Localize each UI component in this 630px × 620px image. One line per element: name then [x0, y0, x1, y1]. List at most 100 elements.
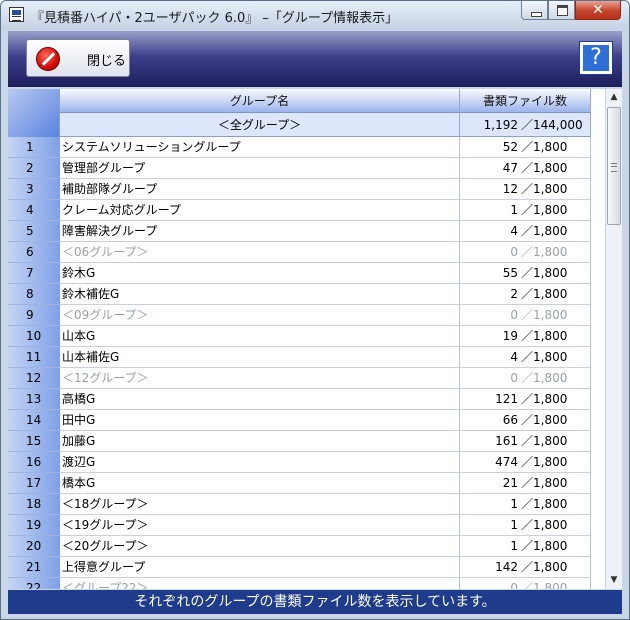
help-button[interactable]: ? — [579, 41, 613, 75]
group-name-cell[interactable]: システムソリューショングループ — [60, 137, 460, 158]
file-count-cell[interactable]: 4 ／1,800 — [460, 347, 591, 368]
file-count-cell[interactable]: 4 ／1,800 — [460, 221, 591, 242]
column-header-group-name[interactable]: グループ名 — [60, 89, 460, 113]
close-button[interactable]: 閉じる — [26, 39, 130, 77]
row-number[interactable]: 21 — [8, 557, 60, 578]
row-number[interactable]: 13 — [8, 389, 60, 410]
table-row[interactable]: 4 クレーム対応グループ 1 ／1,800 — [8, 200, 591, 221]
window-close-button[interactable]: ✕ — [575, 1, 621, 20]
row-number[interactable]: 14 — [8, 410, 60, 431]
table-row[interactable]: 12 ＜12グループ＞ 0 ／1,800 — [8, 368, 591, 389]
all-groups-name[interactable]: ＜全グループ＞ — [60, 113, 460, 137]
row-number[interactable]: 11 — [8, 347, 60, 368]
table-row[interactable]: 1 システムソリューショングループ 52 ／1,800 — [8, 137, 591, 158]
app-icon[interactable] — [9, 7, 24, 22]
file-count-cell[interactable]: 1 ／1,800 — [460, 200, 591, 221]
table-row[interactable]: 21 上得意グループ 142 ／1,800 — [8, 557, 591, 578]
table-row[interactable]: 19 ＜19グループ＞ 1 ／1,800 — [8, 515, 591, 536]
row-number[interactable]: 2 — [8, 158, 60, 179]
group-name-cell[interactable]: ＜グループ22＞ — [60, 578, 460, 589]
group-name-cell[interactable]: 山本G — [60, 326, 460, 347]
group-name-cell[interactable]: ＜18グループ＞ — [60, 494, 460, 515]
row-number[interactable]: 7 — [8, 263, 60, 284]
row-number[interactable]: 1 — [8, 137, 60, 158]
group-name-cell[interactable]: 鈴木補佐G — [60, 284, 460, 305]
row-number[interactable]: 4 — [8, 200, 60, 221]
file-count-cell[interactable]: 0 ／1,800 — [460, 368, 591, 389]
table-row[interactable]: 10 山本G 19 ／1,800 — [8, 326, 591, 347]
file-count-cell[interactable]: 161 ／1,800 — [460, 431, 591, 452]
table-row[interactable]: 14 田中G 66 ／1,800 — [8, 410, 591, 431]
file-count-cell[interactable]: 66 ／1,800 — [460, 410, 591, 431]
file-count-cell[interactable]: 2 ／1,800 — [460, 284, 591, 305]
file-count-cell[interactable]: 1 ／1,800 — [460, 536, 591, 557]
row-number[interactable]: 22 — [8, 578, 60, 589]
file-count-cell[interactable]: 1 ／1,800 — [460, 515, 591, 536]
group-name-cell[interactable]: 障害解決グループ — [60, 221, 460, 242]
group-name-cell[interactable]: ＜12グループ＞ — [60, 368, 460, 389]
file-count-cell[interactable]: 474 ／1,800 — [460, 452, 591, 473]
file-count-cell[interactable]: 19 ／1,800 — [460, 326, 591, 347]
table-row[interactable]: 20 ＜20グループ＞ 1 ／1,800 — [8, 536, 591, 557]
table-row[interactable]: 11 山本補佐G 4 ／1,800 — [8, 347, 591, 368]
file-count-cell[interactable]: 1 ／1,800 — [460, 494, 591, 515]
file-count-cell[interactable]: 21 ／1,800 — [460, 473, 591, 494]
row-number[interactable]: 17 — [8, 473, 60, 494]
row-number[interactable]: 6 — [8, 242, 60, 263]
table-row[interactable]: 6 ＜06グループ＞ 0 ／1,800 — [8, 242, 591, 263]
all-groups-count[interactable]: 1,192 ／144,000 — [460, 113, 591, 137]
file-count-cell[interactable]: 55 ／1,800 — [460, 263, 591, 284]
group-name-cell[interactable]: 田中G — [60, 410, 460, 431]
row-number[interactable]: 18 — [8, 494, 60, 515]
file-count-cell[interactable]: 0 ／1,800 — [460, 305, 591, 326]
row-number[interactable]: 20 — [8, 536, 60, 557]
table-row[interactable]: 17 橋本G 21 ／1,800 — [8, 473, 591, 494]
scrollbar-thumb[interactable] — [607, 107, 621, 225]
table-row[interactable]: 2 管理部グループ 47 ／1,800 — [8, 158, 591, 179]
group-name-cell[interactable]: 渡辺G — [60, 452, 460, 473]
group-name-cell[interactable]: 高橋G — [60, 389, 460, 410]
maximize-button[interactable] — [548, 1, 575, 20]
table-row[interactable]: 7 鈴木G 55 ／1,800 — [8, 263, 591, 284]
table-row[interactable]: 16 渡辺G 474 ／1,800 — [8, 452, 591, 473]
row-number[interactable]: 16 — [8, 452, 60, 473]
table-row[interactable]: 8 鈴木補佐G 2 ／1,800 — [8, 284, 591, 305]
table-row[interactable]: 3 補助部隊グループ 12 ／1,800 — [8, 179, 591, 200]
group-name-cell[interactable]: クレーム対応グループ — [60, 200, 460, 221]
minimize-button[interactable] — [521, 1, 548, 20]
table-row[interactable]: 5 障害解決グループ 4 ／1,800 — [8, 221, 591, 242]
group-name-cell[interactable]: ＜19グループ＞ — [60, 515, 460, 536]
group-name-cell[interactable]: 管理部グループ — [60, 158, 460, 179]
column-header-file-count[interactable]: 書類ファイル数 — [460, 89, 591, 113]
table-row[interactable]: 18 ＜18グループ＞ 1 ／1,800 — [8, 494, 591, 515]
group-name-cell[interactable]: 補助部隊グループ — [60, 179, 460, 200]
row-number[interactable]: 9 — [8, 305, 60, 326]
file-count-cell[interactable]: 142 ／1,800 — [460, 557, 591, 578]
table-row[interactable]: 13 高橋G 121 ／1,800 — [8, 389, 591, 410]
scroll-up-arrow-icon[interactable]: ▲ — [606, 89, 622, 106]
row-number[interactable]: 5 — [8, 221, 60, 242]
row-number[interactable]: 19 — [8, 515, 60, 536]
file-count-cell[interactable]: 121 ／1,800 — [460, 389, 591, 410]
table-row[interactable]: 22 ＜グループ22＞ 0 ／1,800 — [8, 578, 591, 589]
scroll-down-arrow-icon[interactable]: ▼ — [606, 572, 622, 589]
vertical-scrollbar[interactable]: ▲ ▼ — [605, 89, 622, 589]
row-number[interactable]: 8 — [8, 284, 60, 305]
title-bar[interactable]: 『見積番ハイパ・2ユーザパック 6.0』 –「グループ情報表示」 ✕ — [1, 1, 629, 29]
group-name-cell[interactable]: 鈴木G — [60, 263, 460, 284]
file-count-cell[interactable]: 47 ／1,800 — [460, 158, 591, 179]
row-number[interactable]: 12 — [8, 368, 60, 389]
group-name-cell[interactable]: 山本補佐G — [60, 347, 460, 368]
group-name-cell[interactable]: 加藤G — [60, 431, 460, 452]
file-count-cell[interactable]: 0 ／1,800 — [460, 242, 591, 263]
row-number[interactable]: 10 — [8, 326, 60, 347]
row-number[interactable]: 3 — [8, 179, 60, 200]
group-name-cell[interactable]: ＜20グループ＞ — [60, 536, 460, 557]
table-row[interactable]: 15 加藤G 161 ／1,800 — [8, 431, 591, 452]
file-count-cell[interactable]: 52 ／1,800 — [460, 137, 591, 158]
row-number[interactable]: 15 — [8, 431, 60, 452]
group-name-cell[interactable]: 橋本G — [60, 473, 460, 494]
file-count-cell[interactable]: 12 ／1,800 — [460, 179, 591, 200]
table-row[interactable]: 9 ＜09グループ＞ 0 ／1,800 — [8, 305, 591, 326]
file-count-cell[interactable]: 0 ／1,800 — [460, 578, 591, 589]
